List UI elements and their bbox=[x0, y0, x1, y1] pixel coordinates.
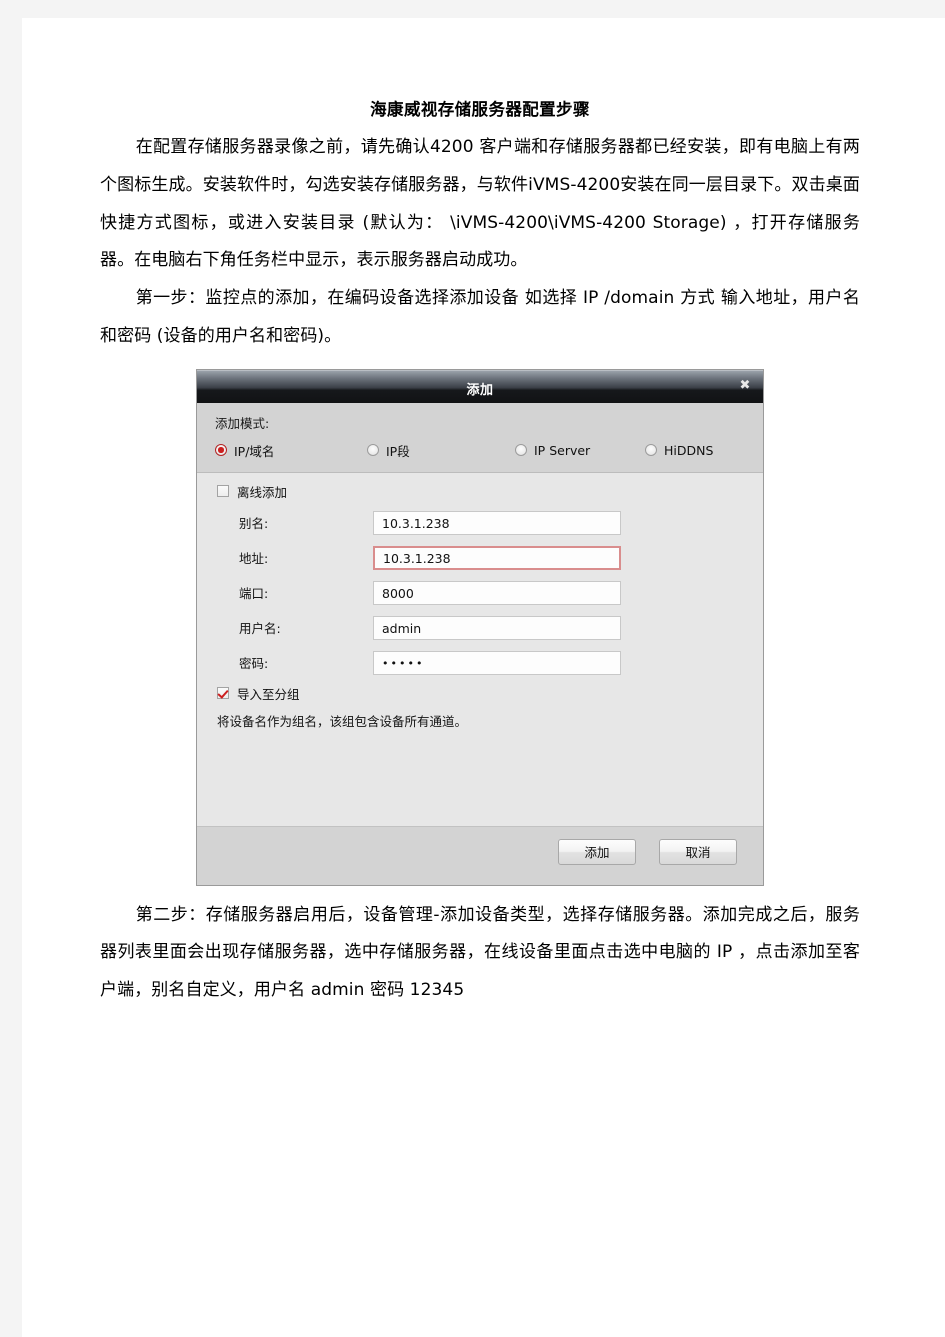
field-label-port: 端口: bbox=[239, 586, 269, 601]
close-icon[interactable]: ✖ bbox=[738, 378, 752, 393]
checkbox-label: 离线添加 bbox=[237, 484, 288, 500]
field-row-nickname: 别名: 10.3.1.238 bbox=[197, 509, 763, 537]
add-device-dialog-figure: 添加 ✖ 添加模式: IP/域名 IP段 IP Server HiDDNS 离线… bbox=[197, 369, 763, 885]
dialog-footer: 添加 取消 bbox=[197, 825, 763, 885]
add-button[interactable]: 添加 bbox=[558, 838, 636, 865]
document-page: 海康威视存储服务器配置步骤 在配置存储服务器录像之前，请先确认4200 客户端和… bbox=[22, 18, 945, 1337]
cancel-button[interactable]: 取消 bbox=[659, 838, 737, 865]
page-content: 海康威视存储服务器配置步骤 在配置存储服务器录像之前，请先确认4200 客户端和… bbox=[100, 98, 860, 1010]
paragraph-step-two: 第二步：存储服务器启用后，设备管理-添加设备类型，选择存储服务器。添加完成之后，… bbox=[100, 904, 860, 1000]
radio-indicator-icon bbox=[645, 444, 657, 456]
figure-bottom-spacer bbox=[100, 885, 860, 897]
field-label-password: 密码: bbox=[239, 656, 269, 671]
radio-option-ip-server[interactable]: IP Server bbox=[515, 443, 645, 458]
radio-label: IP段 bbox=[386, 443, 410, 459]
port-input[interactable]: 8000 bbox=[373, 580, 621, 605]
field-row-address: 地址: 10.3.1.238 bbox=[197, 544, 763, 572]
checkbox-indicator-icon bbox=[217, 687, 229, 699]
radio-indicator-icon bbox=[215, 444, 227, 456]
field-label-username: 用户名: bbox=[239, 621, 281, 636]
paragraph-intro: 在配置存储服务器录像之前，请先确认4200 客户端和存储服务器都已经安装，即有电… bbox=[100, 137, 860, 271]
password-input[interactable]: ••••• bbox=[373, 650, 621, 675]
radio-option-ip-segment[interactable]: IP段 bbox=[367, 441, 515, 460]
field-label-address: 地址: bbox=[239, 551, 269, 566]
dialog-title: 添加 bbox=[466, 382, 494, 398]
field-row-port: 端口: 8000 bbox=[197, 579, 763, 607]
field-row-password: 密码: ••••• bbox=[197, 649, 763, 677]
add-mode-section: 添加模式: IP/域名 IP段 IP Server HiDDNS bbox=[197, 402, 763, 473]
dialog-titlebar: 添加 ✖ bbox=[197, 369, 763, 403]
radio-label: HiDDNS bbox=[664, 442, 714, 458]
radio-indicator-icon bbox=[367, 444, 379, 456]
dialog-form-body: 离线添加 别名: 10.3.1.238 地址: 10.3.1.238 端口: 8… bbox=[197, 472, 763, 826]
form-filler-space bbox=[197, 730, 763, 826]
add-mode-label: 添加模式: bbox=[215, 415, 270, 431]
radio-label: IP/域名 bbox=[234, 443, 275, 459]
figure-top-spacer bbox=[100, 356, 860, 370]
address-input[interactable]: 10.3.1.238 bbox=[373, 545, 621, 570]
checkbox-indicator-icon bbox=[217, 485, 229, 497]
paragraph-step-one: 第一步：监控点的添加，在编码设备选择添加设备 如选择 IP /domain 方式… bbox=[100, 288, 860, 346]
checkbox-label: 导入至分组 bbox=[237, 686, 300, 702]
checkbox-offline-add[interactable]: 离线添加 bbox=[197, 482, 763, 501]
radio-indicator-icon bbox=[515, 444, 527, 456]
radio-option-ip-domain[interactable]: IP/域名 bbox=[215, 441, 367, 460]
field-row-username: 用户名: admin bbox=[197, 614, 763, 642]
radio-option-hiddns[interactable]: HiDDNS bbox=[645, 443, 713, 458]
checkbox-import-to-group[interactable]: 导入至分组 bbox=[197, 684, 763, 703]
field-label-nickname: 别名: bbox=[239, 516, 269, 531]
nickname-input[interactable]: 10.3.1.238 bbox=[373, 510, 621, 535]
group-hint-text: 将设备名作为组名，该组包含设备所有通道。 bbox=[217, 713, 468, 729]
add-mode-radio-group: IP/域名 IP段 IP Server HiDDNS bbox=[197, 441, 763, 460]
radio-label: IP Server bbox=[534, 442, 591, 458]
page-title: 海康威视存储服务器配置步骤 bbox=[370, 100, 590, 119]
username-input[interactable]: admin bbox=[373, 615, 621, 640]
